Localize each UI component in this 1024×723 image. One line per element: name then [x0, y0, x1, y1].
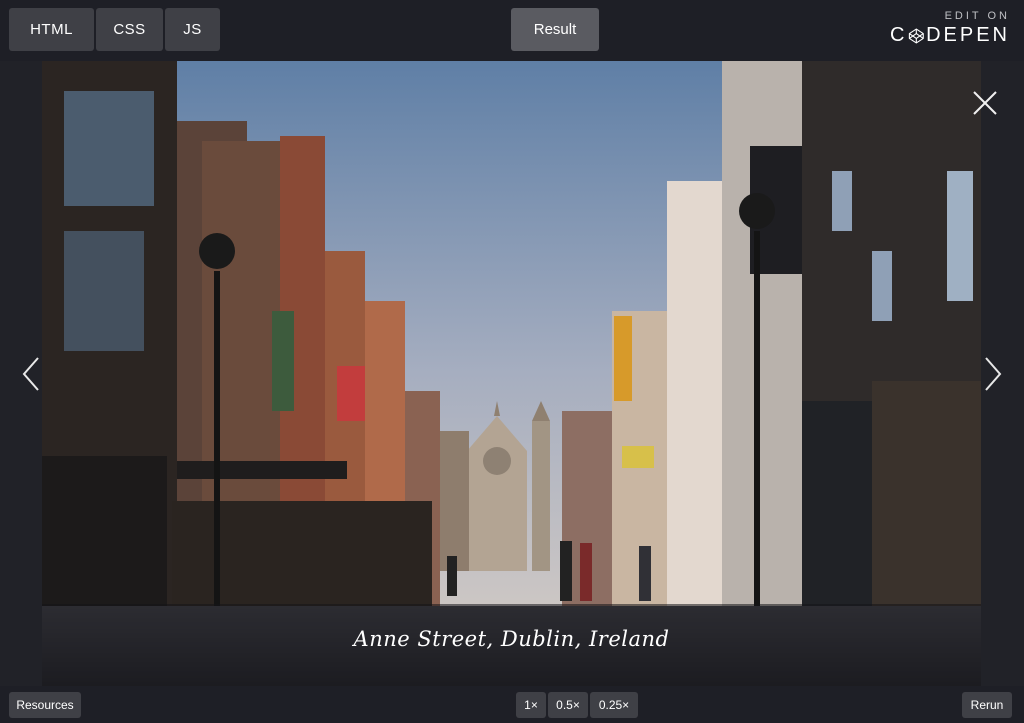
- codepen-brand: C DEPEN: [890, 24, 1010, 47]
- zoom-0-25x-button[interactable]: 0.25×: [590, 692, 638, 718]
- tab-html[interactable]: HTML: [9, 8, 94, 51]
- rerun-button[interactable]: Rerun: [962, 692, 1012, 718]
- tab-js[interactable]: JS: [165, 8, 220, 51]
- codepen-logo-icon: [909, 28, 925, 43]
- street-photo-image: [42, 61, 981, 686]
- close-icon: [973, 91, 997, 115]
- codepen-brand-left: C: [890, 24, 908, 46]
- close-button[interactable]: [971, 89, 999, 117]
- tab-css[interactable]: CSS: [96, 8, 163, 51]
- tab-result[interactable]: Result: [511, 8, 599, 51]
- next-button[interactable]: [982, 356, 1004, 392]
- zoom-1x-button[interactable]: 1×: [516, 692, 546, 718]
- result-stage: Anne Street, Dublin, Ireland: [0, 61, 1024, 686]
- editor-tabs: HTML CSS JS: [9, 8, 220, 51]
- previous-button[interactable]: [20, 356, 42, 392]
- photo-caption: Anne Street, Dublin, Ireland: [353, 627, 670, 651]
- edit-on-codepen-link[interactable]: EDIT ON C DEPEN: [890, 10, 1010, 50]
- zoom-controls: 1× 0.5× 0.25×: [516, 692, 638, 718]
- edit-on-label: EDIT ON: [944, 10, 1010, 22]
- resources-button[interactable]: Resources: [9, 692, 81, 718]
- chevron-left-icon: [22, 357, 39, 391]
- bottom-bar: Resources 1× 0.5× 0.25× Rerun: [0, 686, 1024, 723]
- zoom-0-5x-button[interactable]: 0.5×: [548, 692, 588, 718]
- lightbox-photo: [42, 61, 981, 686]
- codepen-brand-right: DEPEN: [926, 24, 1010, 46]
- chevron-right-icon: [985, 357, 1002, 391]
- top-bar: HTML CSS JS Result EDIT ON C DEPEN: [0, 0, 1024, 62]
